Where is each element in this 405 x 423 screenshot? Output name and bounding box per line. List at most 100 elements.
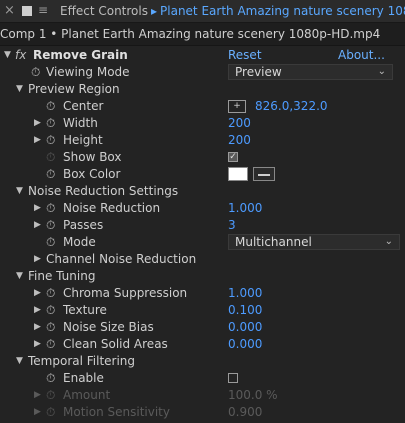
noise-reduction-settings-group[interactable]: ▼ Noise Reduction Settings — [0, 183, 405, 200]
lock-icon[interactable] — [22, 6, 32, 16]
passes-label: Passes — [63, 218, 104, 232]
about-button[interactable]: About... — [338, 47, 385, 64]
center-label: Center — [63, 99, 104, 113]
enable-row: ⏱ Enable — [0, 370, 405, 387]
noise-size-bias-row: ▶ ⏱ Noise Size Bias 0.000 — [0, 319, 405, 336]
twirl-closed-icon[interactable]: ▶ — [34, 217, 41, 234]
box-color-label: Box Color — [63, 167, 121, 181]
height-row: ▶ ⏱ Height 200 — [0, 132, 405, 149]
stopwatch-icon[interactable]: ⏱ — [46, 166, 55, 183]
channel-noise-reduction-group[interactable]: ▶ Channel Noise Reduction — [0, 251, 405, 268]
breadcrumb-arrow-icon: ▸ — [150, 4, 158, 18]
stopwatch-icon: ⏱ — [46, 150, 56, 164]
noise-size-bias-value[interactable]: 0.000 — [228, 319, 262, 336]
stopwatch-icon[interactable]: ⏱ — [31, 64, 40, 81]
twirl-closed-icon[interactable]: ▶ — [34, 251, 41, 268]
fine-tuning-label: Fine Tuning — [28, 269, 96, 283]
motion-sensitivity-value: 0.900 — [228, 405, 263, 419]
twirl-open-icon[interactable]: ▼ — [16, 268, 23, 285]
stopwatch-icon: ⏱ — [46, 405, 56, 419]
twirl-closed-icon[interactable]: ▶ — [34, 115, 41, 132]
panel-title-label: Effect Controls — [60, 4, 148, 18]
panel-title[interactable]: Effect Controls ▸ Planet Earth Amazing nat… — [60, 4, 405, 18]
stopwatch-icon[interactable]: ⏱ — [46, 115, 55, 132]
temporal-filtering-group[interactable]: ▼ Temporal Filtering — [0, 353, 405, 370]
texture-row: ▶ ⏱ Texture 0.100 — [0, 302, 405, 319]
twirl-closed-icon[interactable]: ▶ — [34, 285, 41, 302]
passes-value[interactable]: 3 — [228, 217, 236, 234]
enable-checkbox[interactable] — [228, 373, 238, 383]
layer-breadcrumb-label: Comp 1 • Planet Earth Amazing nature sce… — [0, 27, 381, 41]
chevron-down-icon: ⌄ — [384, 236, 393, 247]
stopwatch-icon[interactable]: ⏱ — [46, 98, 55, 115]
viewing-mode-dropdown[interactable]: Preview ⌄ — [228, 64, 393, 80]
stopwatch-icon[interactable]: ⏱ — [46, 336, 55, 353]
motion-sensitivity-row: ▶ ⏱ Motion Sensitivity 0.900 — [0, 404, 405, 421]
fine-tuning-group[interactable]: ▼ Fine Tuning — [0, 268, 405, 285]
twirl-closed-icon[interactable]: ▶ — [34, 336, 41, 353]
stopwatch-icon[interactable]: ⏱ — [46, 217, 55, 234]
twirl-open-icon[interactable]: ▼ — [16, 353, 23, 370]
chroma-suppression-label: Chroma Suppression — [63, 286, 188, 300]
reset-button[interactable]: Reset — [228, 47, 262, 64]
preview-region-group[interactable]: ▼ Preview Region — [0, 81, 405, 98]
height-value[interactable]: 200 — [228, 132, 251, 149]
close-icon[interactable]: × — [4, 3, 15, 18]
box-color-row: ⏱ Box Color — [0, 166, 405, 183]
channel-noise-reduction-label: Channel Noise Reduction — [46, 252, 197, 266]
width-label: Width — [63, 116, 98, 130]
stopwatch-icon[interactable]: ⏱ — [46, 370, 55, 387]
width-value[interactable]: 200 — [228, 115, 251, 132]
eyedropper-icon[interactable] — [253, 167, 275, 181]
twirl-closed-icon: ▶ — [34, 390, 41, 400]
mode-row: ⏱ Mode Multichannel ⌄ — [0, 234, 405, 251]
center-row: ⏱ Center + 826.0,322.0 — [0, 98, 405, 115]
viewing-mode-value: Preview — [235, 65, 282, 79]
texture-value[interactable]: 0.100 — [228, 302, 262, 319]
twirl-closed-icon[interactable]: ▶ — [34, 302, 41, 319]
stopwatch-icon[interactable]: ⏱ — [46, 285, 55, 302]
twirl-closed-icon[interactable]: ▶ — [34, 132, 41, 149]
width-row: ▶ ⏱ Width 200 — [0, 115, 405, 132]
amount-row: ▶ ⏱ Amount 100.0 % — [0, 387, 405, 404]
stopwatch-icon[interactable]: ⏱ — [46, 319, 55, 336]
box-color-swatch[interactable] — [228, 167, 248, 181]
noise-size-bias-label: Noise Size Bias — [63, 320, 154, 334]
preview-region-label: Preview Region — [28, 82, 120, 96]
noise-reduction-label: Noise Reduction — [63, 201, 161, 215]
chevron-down-icon: ⌄ — [377, 66, 386, 77]
show-box-label: Show Box — [63, 150, 122, 164]
chroma-suppression-value[interactable]: 1.000 — [228, 285, 262, 302]
twirl-closed-icon[interactable]: ▶ — [34, 200, 41, 217]
panel-titlebar: × ≡ Effect Controls ▸ Planet Earth Amazing… — [0, 0, 405, 23]
mode-label: Mode — [63, 235, 96, 249]
twirl-closed-icon[interactable]: ▶ — [34, 319, 41, 336]
stopwatch-icon[interactable]: ⏱ — [46, 302, 55, 319]
stopwatch-icon[interactable]: ⏱ — [46, 132, 55, 149]
amount-label: Amount — [63, 388, 111, 402]
amount-value: 100.0 % — [228, 388, 278, 402]
fx-toggle[interactable]: fx — [15, 47, 26, 64]
show-box-checkbox[interactable]: ✓ — [228, 152, 238, 162]
twirl-open-icon[interactable]: ▼ — [4, 47, 11, 64]
texture-label: Texture — [63, 303, 107, 317]
enable-label: Enable — [63, 371, 104, 385]
noise-reduction-value[interactable]: 1.000 — [228, 200, 262, 217]
mode-value: Multichannel — [235, 235, 312, 249]
twirl-closed-icon: ▶ — [34, 407, 41, 417]
mode-dropdown[interactable]: Multichannel ⌄ — [228, 234, 400, 250]
menu-icon[interactable]: ≡ — [38, 3, 48, 17]
stopwatch-icon: ⏱ — [46, 388, 56, 402]
center-value[interactable]: 826.0,322.0 — [255, 98, 328, 115]
twirl-open-icon[interactable]: ▼ — [16, 183, 23, 200]
twirl-open-icon[interactable]: ▼ — [16, 81, 23, 98]
chroma-suppression-row: ▶ ⏱ Chroma Suppression 1.000 — [0, 285, 405, 302]
crosshair-icon[interactable]: + — [228, 100, 246, 113]
motion-sensitivity-label: Motion Sensitivity — [63, 405, 170, 419]
stopwatch-icon[interactable]: ⏱ — [46, 200, 55, 217]
clean-solid-areas-value[interactable]: 0.000 — [228, 336, 262, 353]
effect-header-row: ▼ fx Remove Grain Reset About... — [0, 47, 405, 64]
clip-name: Planet Earth Amazing nature scenery 1080… — [160, 4, 405, 18]
stopwatch-icon[interactable]: ⏱ — [46, 234, 55, 251]
temporal-filtering-label: Temporal Filtering — [28, 354, 136, 368]
